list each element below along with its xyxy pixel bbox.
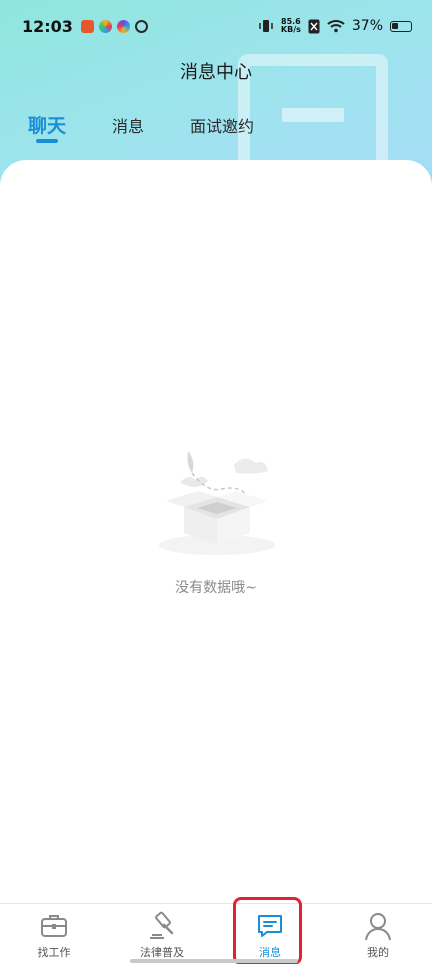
nav-item-legal-education[interactable]: 法律普及 <box>108 904 216 964</box>
nav-item-profile[interactable]: 我的 <box>324 904 432 964</box>
app-notification-icon <box>116 19 130 33</box>
network-speed-unit: KB/s <box>280 25 301 34</box>
status-bar: 12:03 85.6 KB/s 37% <box>0 0 432 52</box>
app-notification-icon <box>98 19 112 33</box>
battery-percent: 37% <box>351 18 383 34</box>
nav-label-find-job: 找工作 <box>37 946 71 959</box>
user-icon <box>365 913 391 941</box>
tab-messages[interactable]: 消息 <box>112 113 144 137</box>
notification-app-icons <box>80 19 148 33</box>
app-notification-icon <box>80 19 94 33</box>
briefcase-icon <box>41 915 67 937</box>
page-title: 消息中心 <box>180 62 252 83</box>
app-notification-icon <box>134 19 148 33</box>
nav-item-find-job[interactable]: 找工作 <box>0 904 108 964</box>
battery-icon <box>390 20 412 32</box>
bottom-navigation: 找工作 法律普及 消息 我的 <box>0 903 432 964</box>
tab-interview-invitations[interactable]: 面试邀约 <box>190 113 254 137</box>
nav-label-profile: 我的 <box>367 946 389 959</box>
empty-box-illustration <box>159 451 275 555</box>
wifi-icon <box>327 20 345 33</box>
highlight-annotation <box>233 897 302 964</box>
empty-state-message: 没有数据哦~ <box>175 580 257 596</box>
status-time: 12:03 <box>22 16 73 36</box>
tab-chat[interactable]: 聊天 <box>28 111 66 143</box>
network-speed: 85.6 KB/s <box>281 18 301 34</box>
nav-label-legal-education: 法律普及 <box>140 946 184 959</box>
gavel-icon <box>150 911 174 939</box>
sim-off-icon <box>308 19 320 33</box>
vibrate-icon <box>259 20 273 32</box>
home-indicator <box>130 959 298 963</box>
message-tabs: 聊天 消息 面试邀约 <box>28 111 300 143</box>
